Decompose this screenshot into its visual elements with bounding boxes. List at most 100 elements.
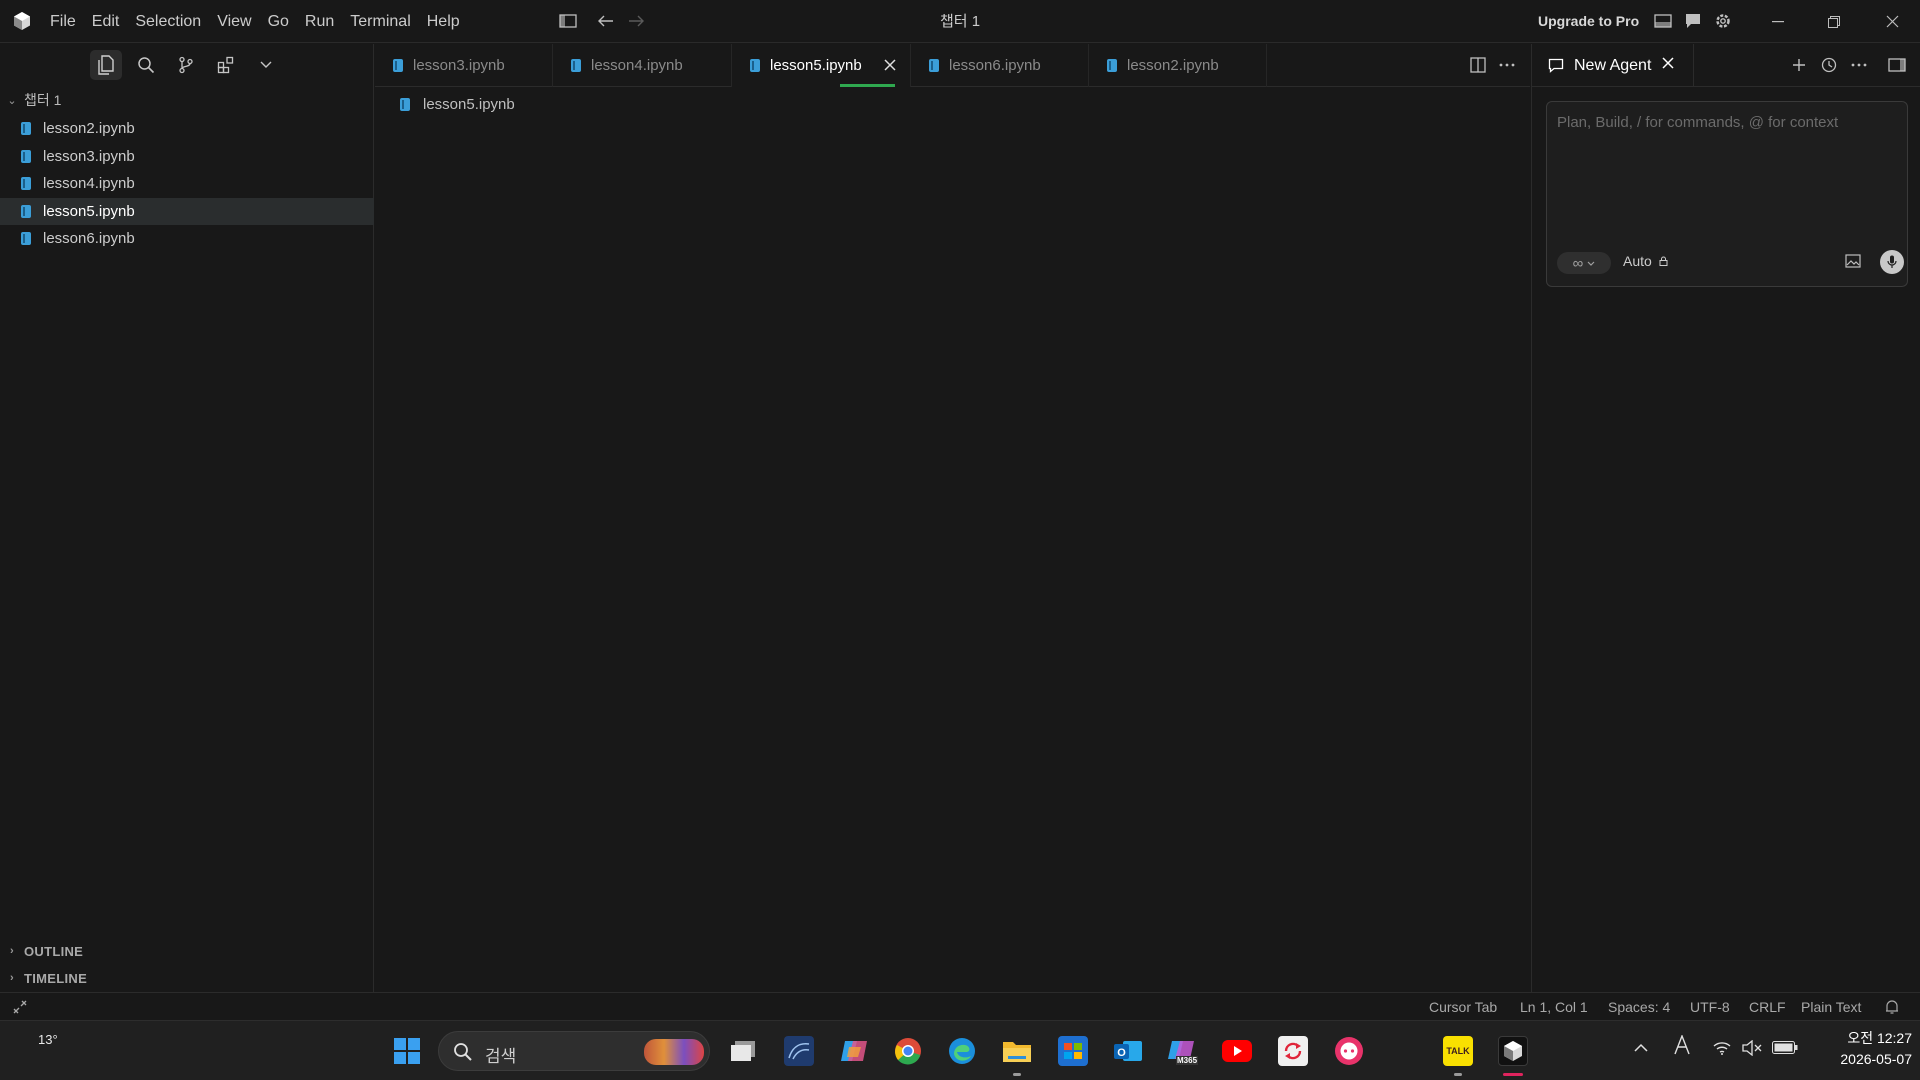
agent-panel: New Agent ∞ Auto bbox=[1531, 44, 1920, 992]
file-item[interactable]: lesson6.ipynb bbox=[0, 225, 374, 252]
explorer-files-icon[interactable] bbox=[90, 50, 122, 80]
tab-lesson3[interactable]: lesson3.ipynb bbox=[375, 44, 553, 87]
menu-file[interactable]: File bbox=[42, 0, 84, 43]
menu-selection[interactable]: Selection bbox=[127, 0, 209, 43]
breadcrumb-file[interactable]: lesson5.ipynb bbox=[423, 96, 515, 113]
tab-lesson6[interactable]: lesson6.ipynb bbox=[911, 44, 1089, 87]
toggle-secondary-sidebar-icon[interactable] bbox=[1887, 55, 1907, 75]
menu-bar: File Edit Selection View Go Run Terminal… bbox=[42, 0, 468, 43]
extensions-icon[interactable] bbox=[210, 50, 242, 80]
battery-icon[interactable] bbox=[1772, 1041, 1798, 1057]
restore-button[interactable] bbox=[1806, 0, 1862, 43]
agent-prompt-input[interactable] bbox=[1557, 114, 1897, 131]
tab-label: lesson3.ipynb bbox=[413, 57, 505, 74]
kakaotalk-icon[interactable]: TALK bbox=[1443, 1036, 1473, 1066]
search-icon[interactable] bbox=[130, 50, 162, 80]
close-tab-icon[interactable] bbox=[1662, 56, 1674, 74]
minimize-button[interactable] bbox=[1750, 0, 1806, 43]
edge-icon[interactable] bbox=[947, 1036, 977, 1066]
m365-copilot-icon[interactable]: M365 bbox=[1167, 1036, 1199, 1066]
volume-muted-icon[interactable] bbox=[1742, 1039, 1762, 1059]
show-hidden-icons-chevron-up-icon[interactable] bbox=[1634, 1039, 1648, 1055]
menu-view[interactable]: View bbox=[209, 0, 259, 43]
upgrade-to-pro-link[interactable]: Upgrade to Pro bbox=[1538, 0, 1639, 43]
cursor-logo-icon[interactable] bbox=[13, 11, 31, 31]
file-item[interactable]: lesson3.ipynb bbox=[0, 143, 374, 170]
file-item-selected[interactable]: lesson5.ipynb bbox=[0, 198, 374, 225]
weather-widget[interactable]: 13° bbox=[38, 1032, 58, 1047]
tab-lesson5[interactable]: lesson5.ipynb bbox=[732, 44, 911, 87]
toggle-panel-icon[interactable] bbox=[1653, 11, 1673, 31]
wifi-icon[interactable] bbox=[1713, 1041, 1731, 1058]
taskbar-search[interactable]: 검색 bbox=[438, 1031, 710, 1071]
menu-help[interactable]: Help bbox=[419, 0, 468, 43]
timeline-section[interactable]: › TIMELINE bbox=[0, 966, 374, 990]
tab-label: lesson2.ipynb bbox=[1127, 57, 1219, 74]
status-bar: Cursor Tab Ln 1, Col 1 Spaces: 4 UTF-8 C… bbox=[0, 992, 1920, 1020]
chat-app-icon[interactable] bbox=[1334, 1036, 1364, 1066]
agent-mode-selector[interactable]: ∞ bbox=[1557, 252, 1611, 274]
settings-gear-icon[interactable] bbox=[1713, 11, 1733, 31]
notebook-file-icon bbox=[393, 59, 403, 72]
chevron-down-icon[interactable] bbox=[250, 50, 282, 80]
chevron-right-icon: › bbox=[10, 972, 14, 984]
folder-row[interactable]: ⌄ 챕터 1 bbox=[0, 88, 374, 112]
back-arrow-icon[interactable] bbox=[596, 11, 616, 31]
input-method-icon[interactable] bbox=[1673, 1034, 1691, 1061]
status-language-mode[interactable]: Plain Text bbox=[1801, 993, 1861, 1021]
more-actions-icon[interactable] bbox=[1849, 55, 1869, 75]
sync-app-icon[interactable] bbox=[1278, 1036, 1308, 1066]
more-actions-icon[interactable] bbox=[1497, 55, 1517, 75]
copilot-icon[interactable] bbox=[839, 1036, 869, 1066]
close-window-button[interactable] bbox=[1864, 0, 1920, 43]
outline-section[interactable]: › OUTLINE bbox=[0, 939, 374, 963]
file-name: lesson2.ipynb bbox=[43, 120, 135, 137]
chat-icon[interactable] bbox=[1683, 11, 1703, 31]
svg-text:O: O bbox=[1117, 1047, 1126, 1059]
file-item[interactable]: lesson2.ipynb bbox=[0, 115, 374, 142]
forward-arrow-icon[interactable] bbox=[626, 11, 646, 31]
chevron-down-icon: ⌄ bbox=[7, 94, 17, 107]
menu-run[interactable]: Run bbox=[297, 0, 342, 43]
history-clock-icon[interactable] bbox=[1819, 55, 1839, 75]
file-explorer-icon[interactable] bbox=[1002, 1036, 1032, 1066]
app-icon-sql[interactable] bbox=[784, 1036, 814, 1066]
close-tab-icon[interactable] bbox=[880, 55, 900, 75]
notebook-file-icon bbox=[21, 232, 31, 245]
running-indicator bbox=[1013, 1073, 1021, 1076]
kakao-label: TALK bbox=[1446, 1046, 1470, 1056]
youtube-icon[interactable] bbox=[1222, 1036, 1252, 1066]
file-item[interactable]: lesson4.ipynb bbox=[0, 170, 374, 197]
microsoft-store-icon[interactable] bbox=[1058, 1036, 1088, 1066]
menu-terminal[interactable]: Terminal bbox=[342, 0, 418, 43]
windows-taskbar: 13° 검색 O M365 TALK 오전 12:27 2026-05-07 bbox=[0, 1020, 1920, 1080]
model-selector[interactable]: Auto bbox=[1623, 253, 1668, 269]
toggle-sidebar-icon[interactable] bbox=[558, 11, 578, 31]
editor-area[interactable]: lesson5.ipynb bbox=[375, 88, 1530, 992]
status-line-ending[interactable]: CRLF bbox=[1749, 993, 1786, 1021]
status-cursor-tab[interactable]: Cursor Tab bbox=[1429, 993, 1497, 1021]
task-view-icon[interactable] bbox=[728, 1036, 758, 1066]
image-attach-icon[interactable] bbox=[1843, 251, 1863, 271]
add-icon[interactable] bbox=[1789, 55, 1809, 75]
outlook-icon[interactable]: O bbox=[1113, 1036, 1143, 1066]
status-indentation[interactable]: Spaces: 4 bbox=[1608, 993, 1670, 1021]
taskbar-clock[interactable]: 오전 12:27 2026-05-07 bbox=[1812, 1028, 1912, 1067]
source-control-icon[interactable] bbox=[170, 50, 202, 80]
status-encoding[interactable]: UTF-8 bbox=[1690, 993, 1730, 1021]
tab-lesson4[interactable]: lesson4.ipynb bbox=[553, 44, 732, 87]
breadcrumb[interactable]: lesson5.ipynb bbox=[400, 96, 515, 113]
microphone-icon bbox=[1887, 255, 1897, 268]
menu-go[interactable]: Go bbox=[260, 0, 297, 43]
chrome-icon[interactable] bbox=[893, 1036, 923, 1066]
agent-composer: ∞ Auto bbox=[1546, 101, 1908, 287]
split-editor-icon[interactable] bbox=[1468, 55, 1488, 75]
microphone-button[interactable] bbox=[1880, 250, 1904, 274]
windows-start-icon[interactable] bbox=[392, 1036, 422, 1066]
menu-edit[interactable]: Edit bbox=[84, 0, 128, 43]
chat-bubble-icon bbox=[1548, 58, 1564, 73]
tab-new-agent[interactable]: New Agent bbox=[1532, 44, 1694, 87]
tab-lesson2[interactable]: lesson2.ipynb bbox=[1089, 44, 1267, 87]
status-cursor-position[interactable]: Ln 1, Col 1 bbox=[1520, 993, 1588, 1021]
cursor-app-icon[interactable] bbox=[1498, 1036, 1528, 1066]
